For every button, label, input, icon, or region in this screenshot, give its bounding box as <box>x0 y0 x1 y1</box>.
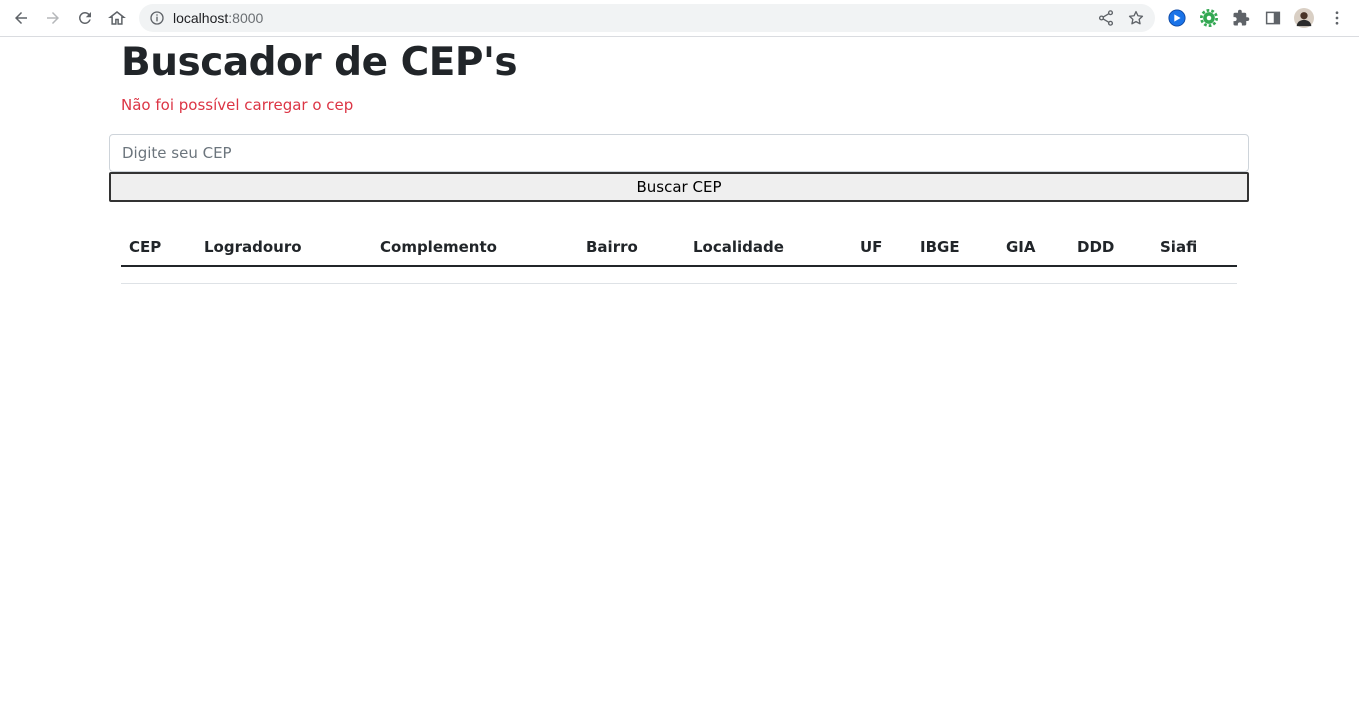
table-empty-row <box>121 266 1237 284</box>
column-header-localidade: Localidade <box>685 229 852 267</box>
home-icon[interactable] <box>105 6 129 30</box>
table-cell <box>196 266 372 284</box>
bookmark-star-icon[interactable] <box>1127 9 1145 27</box>
column-header-bairro: Bairro <box>578 229 685 267</box>
cep-input[interactable] <box>109 134 1249 172</box>
column-header-logradouro: Logradouro <box>196 229 372 267</box>
column-header-cep: CEP <box>121 229 196 267</box>
side-panel-icon[interactable] <box>1263 8 1283 28</box>
back-arrow-icon[interactable] <box>9 6 33 30</box>
table-cell <box>998 266 1069 284</box>
error-message: Não foi possível carregar o cep <box>121 96 354 114</box>
extensions-puzzle-icon[interactable] <box>1231 8 1251 28</box>
table-header-row: CEP Logradouro Complemento Bairro Locali… <box>121 229 1237 267</box>
table-cell <box>852 266 912 284</box>
results-table: CEP Logradouro Complemento Bairro Locali… <box>121 229 1237 284</box>
table-cell <box>372 266 578 284</box>
table-cell <box>912 266 998 284</box>
browser-toolbar: localhost:8000 <box>0 0 1359 37</box>
column-header-gia: GIA <box>998 229 1069 267</box>
share-icon[interactable] <box>1097 9 1115 27</box>
browser-menu-icon[interactable] <box>1327 8 1347 28</box>
profile-avatar[interactable] <box>1294 8 1314 28</box>
extension-gear-icon[interactable] <box>1199 8 1219 28</box>
table-cell <box>578 266 685 284</box>
page-title: Buscador de CEP's <box>121 40 518 85</box>
info-icon[interactable] <box>149 10 165 26</box>
table-cell <box>1152 266 1237 284</box>
table-cell <box>685 266 852 284</box>
column-header-complemento: Complemento <box>372 229 578 267</box>
column-header-ibge: IBGE <box>912 229 998 267</box>
url-text: localhost:8000 <box>173 10 264 26</box>
column-header-uf: UF <box>852 229 912 267</box>
table-cell <box>1069 266 1152 284</box>
column-header-ddd: DDD <box>1069 229 1152 267</box>
table-cell <box>121 266 196 284</box>
reload-icon[interactable] <box>73 6 97 30</box>
column-header-siafi: Siafi <box>1152 229 1237 267</box>
forward-arrow-icon[interactable] <box>41 6 65 30</box>
search-cep-button[interactable]: Buscar CEP <box>109 172 1249 202</box>
extension-play-icon[interactable] <box>1167 8 1187 28</box>
address-bar[interactable]: localhost:8000 <box>139 4 1155 32</box>
